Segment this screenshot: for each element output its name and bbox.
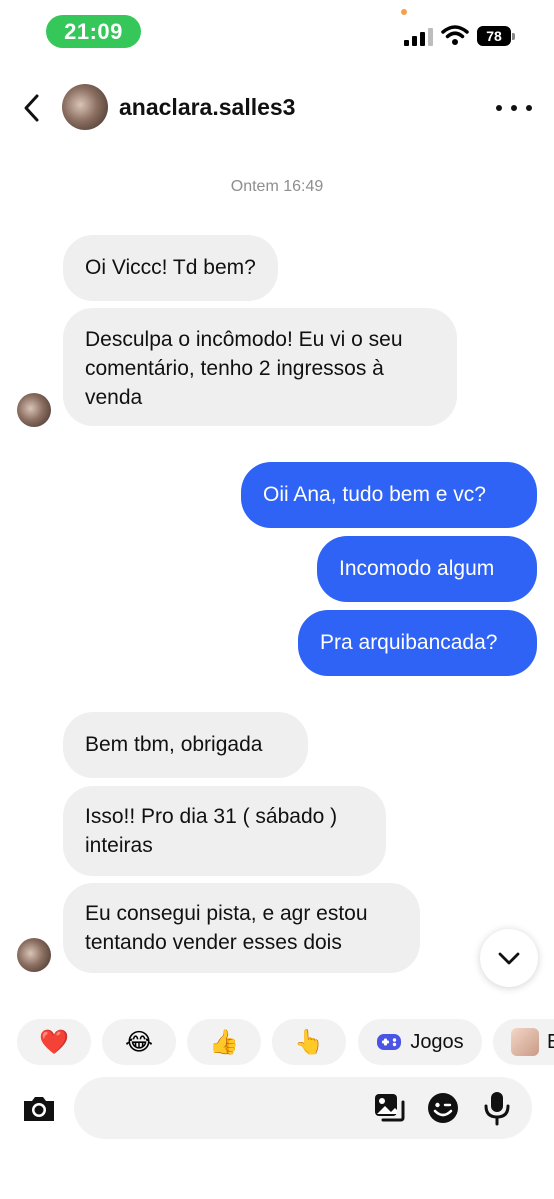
gallery-icon[interactable] [371,1090,407,1126]
quick-reaction-point-up[interactable]: 👆 [272,1019,346,1065]
message-text-line: tentando vender esses dois [85,931,342,954]
games-chip[interactable]: Jogos [358,1019,482,1065]
games-label: Jogos [410,1030,464,1053]
message-outgoing[interactable]: Oii Ana, tudo bem e vc? [241,462,537,528]
quick-reaction-heart[interactable]: ❤️ [17,1019,91,1065]
status-time: 21:09 [46,15,141,48]
sticker-suggestion-chip[interactable]: E [493,1019,554,1065]
camera-icon[interactable] [20,1089,58,1127]
microphone-icon[interactable] [479,1090,515,1126]
sender-avatar[interactable] [17,393,51,427]
message-incoming[interactable]: Oi Viccc! Td bem? [63,235,278,301]
message-text: Pra arquibancada? [320,631,498,654]
message-text: Incomodo algum [339,557,495,580]
quick-reaction-laugh[interactable]: 😂 [102,1019,176,1065]
message-input[interactable] [74,1077,532,1139]
pointing-up-emoji: 👆 [294,1028,324,1056]
message-incoming[interactable]: Isso!! Pro dia 31 ( sábado ) inteiras [63,786,386,876]
message-text: Oi Viccc! Td bem? [85,256,256,279]
quick-reply-bar: ❤️ 😂 👍 👆 Jogos E [0,1019,554,1065]
battery-icon: 78 [477,26,515,46]
scroll-to-bottom-button[interactable] [480,929,538,987]
status-bar: 21:09 78 [0,0,554,62]
back-icon[interactable] [20,92,44,124]
wifi-icon [441,25,469,45]
privacy-indicator-dot [401,9,407,15]
contact-avatar[interactable] [62,84,108,130]
message-incoming[interactable]: Desculpa o incômodo! Eu vi o seu comentá… [63,308,457,426]
more-options-icon[interactable] [496,96,532,120]
chat-header: anaclara.salles3 [0,78,554,138]
message-text: Bem tbm, obrigada [85,733,263,756]
sticker-suggestion-label: E [547,1030,554,1053]
quick-reaction-thumbs-up[interactable]: 👍 [187,1019,261,1065]
message-text-line: inteiras [85,834,153,857]
message-incoming[interactable]: Bem tbm, obrigada [63,712,308,778]
message-text-line: comentário, tenho 2 ingressos à [85,357,384,380]
thumbs-up-emoji: 👍 [209,1028,239,1056]
sender-avatar[interactable] [17,938,51,972]
message-text-line: Isso!! Pro dia 31 ( sábado ) [85,805,338,828]
games-icon [377,1034,402,1050]
message-text-line: Desculpa o incômodo! Eu vi o seu [85,328,403,351]
message-text-line: Eu consegui pista, e agr estou [85,902,368,925]
contact-username[interactable]: anaclara.salles3 [119,94,295,121]
chevron-down-icon [498,952,520,965]
sticker-thumbnail [511,1028,539,1056]
message-outgoing[interactable]: Incomodo algum [317,536,537,602]
conversation-timestamp: Ontem 16:49 [230,178,324,195]
sticker-icon[interactable] [425,1090,461,1126]
message-outgoing[interactable]: Pra arquibancada? [298,610,537,676]
heart-emoji: ❤️ [39,1028,69,1056]
message-text: Oii Ana, tudo bem e vc? [263,483,486,506]
message-incoming[interactable]: Eu consegui pista, e agr estou tentando … [63,883,420,973]
laughing-emoji: 😂 [124,1028,154,1056]
cellular-signal-icon [404,26,434,46]
battery-level: 78 [477,26,511,46]
message-text-line: venda [85,386,143,409]
